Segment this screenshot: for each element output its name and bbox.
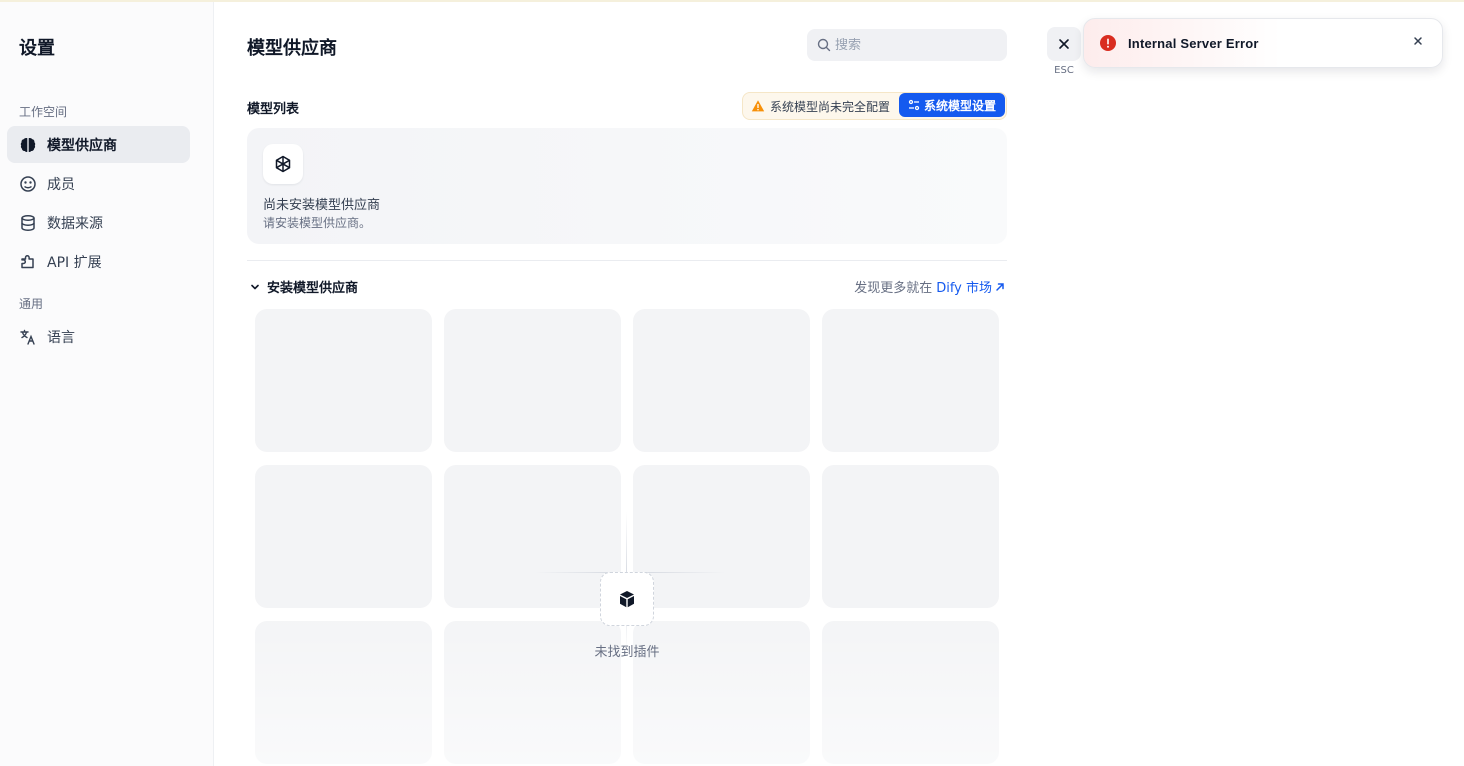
sidebar-item-label: 数据来源 bbox=[47, 215, 103, 232]
group-label-general: 通用 bbox=[19, 297, 44, 311]
sidebar-item-label: 模型供应商 bbox=[47, 137, 117, 154]
error-toast: Internal Server Error bbox=[1083, 18, 1443, 68]
empty-model-card: 尚未安装模型供应商 请安装模型供应商。 bbox=[247, 128, 1007, 244]
plugin-skeleton-tile bbox=[444, 465, 621, 608]
system-model-settings-button[interactable]: 系统模型设置 bbox=[899, 93, 1005, 117]
database-icon bbox=[19, 214, 37, 232]
search-icon bbox=[817, 38, 831, 52]
settings-sidebar: 设置 工作空间 模型供应商 成员 数据来源 API 扩展 通用 语言 bbox=[0, 2, 214, 766]
plugin-skeleton-tile bbox=[255, 465, 432, 608]
grid-fade-overlay bbox=[247, 602, 1007, 766]
section-divider bbox=[247, 260, 1007, 261]
sidebar-item-api-extension[interactable]: API 扩展 bbox=[7, 243, 190, 280]
discover-text: 发现更多就在 bbox=[854, 281, 933, 296]
search-box[interactable] bbox=[807, 29, 1007, 61]
system-model-settings-label: 系统模型设置 bbox=[923, 98, 996, 113]
sidebar-item-label: API 扩展 bbox=[47, 254, 102, 271]
plugin-skeleton-tile bbox=[633, 465, 810, 608]
marketplace-link[interactable]: Dify 市场 bbox=[936, 277, 1005, 296]
discover-more: 发现更多就在 Dify 市场 bbox=[854, 277, 1005, 296]
toast-close-icon[interactable] bbox=[1412, 35, 1424, 47]
box-icon bbox=[600, 572, 654, 626]
sidebar-title: 设置 bbox=[19, 38, 55, 59]
warning-icon bbox=[751, 99, 765, 113]
error-icon bbox=[1100, 35, 1116, 51]
sidebar-item-label: 语言 bbox=[47, 329, 75, 346]
sidebar-item-label: 成员 bbox=[47, 176, 75, 193]
settings-sliders-icon bbox=[908, 99, 920, 111]
members-icon bbox=[19, 175, 37, 193]
plugin-skeleton-tile bbox=[255, 309, 432, 452]
translate-icon bbox=[19, 328, 37, 346]
empty-title: 尚未安装模型供应商 bbox=[263, 198, 381, 213]
sidebar-item-model-provider[interactable]: 模型供应商 bbox=[7, 126, 190, 163]
model-list-label: 模型列表 bbox=[247, 102, 300, 117]
empty-description: 请安装模型供应商。 bbox=[263, 216, 372, 230]
arrow-up-right-icon bbox=[995, 282, 1005, 292]
sidebar-item-data-source[interactable]: 数据来源 bbox=[7, 204, 190, 241]
close-settings-button[interactable] bbox=[1047, 27, 1081, 61]
sidebar-item-members[interactable]: 成员 bbox=[7, 165, 190, 202]
esc-label: ESC bbox=[1054, 65, 1074, 76]
chevron-down-icon bbox=[249, 281, 261, 293]
page-title: 模型供应商 bbox=[247, 38, 337, 59]
group-label-workspace: 工作空间 bbox=[19, 105, 68, 119]
brain-icon bbox=[19, 136, 37, 154]
main-panel: 模型供应商 模型列表 系统模型尚未完全配置 系统模型设置 尚未安装模型供应商 请… bbox=[215, 2, 1035, 766]
install-provider-label: 安装模型供应商 bbox=[267, 281, 359, 296]
plugin-skeleton-tile bbox=[822, 465, 999, 608]
marketplace-link-label: Dify 市场 bbox=[936, 281, 992, 296]
toast-message: Internal Server Error bbox=[1128, 35, 1259, 51]
install-provider-toggle[interactable]: 安装模型供应商 bbox=[249, 277, 358, 296]
no-plugin-text: 未找到插件 bbox=[594, 645, 660, 660]
plugin-skeleton-tile bbox=[822, 309, 999, 452]
puzzle-icon bbox=[19, 253, 37, 271]
search-input[interactable] bbox=[835, 37, 995, 53]
close-icon bbox=[1057, 37, 1071, 51]
cube-outline-icon bbox=[263, 144, 303, 184]
plugin-skeleton-tile bbox=[633, 309, 810, 452]
sidebar-item-language[interactable]: 语言 bbox=[7, 318, 190, 355]
plugin-skeleton-tile bbox=[444, 309, 621, 452]
warning-text: 系统模型尚未完全配置 bbox=[770, 99, 891, 114]
